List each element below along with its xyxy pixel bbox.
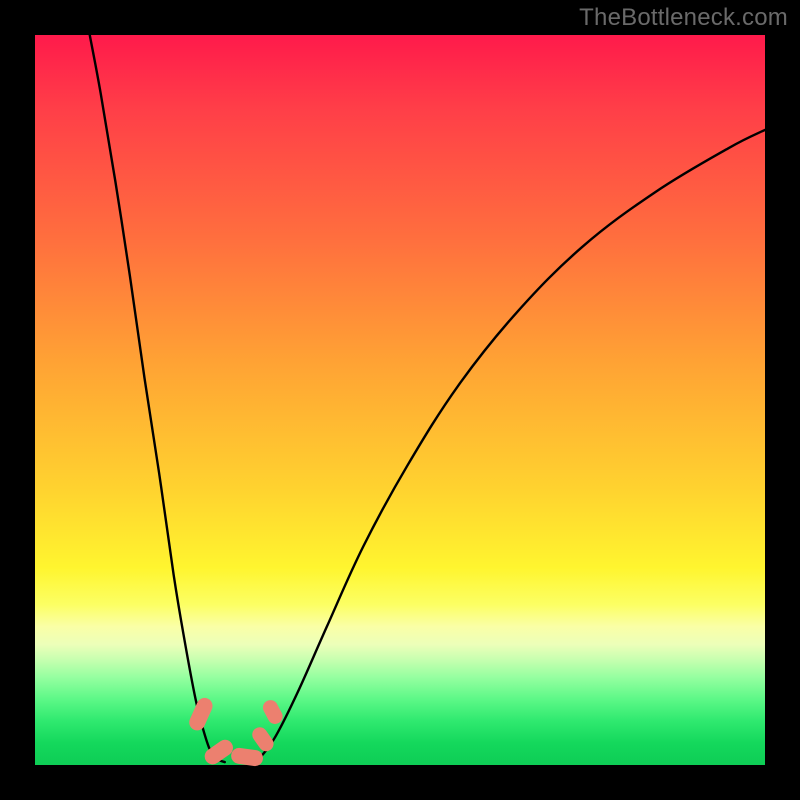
plot-area [35, 35, 765, 765]
bottleneck-curve [35, 35, 765, 765]
curve-left-branch [90, 35, 225, 762]
watermark-text: TheBottleneck.com [579, 4, 788, 32]
curve-right-branch [254, 130, 765, 762]
chart-frame: TheBottleneck.com [0, 0, 800, 800]
